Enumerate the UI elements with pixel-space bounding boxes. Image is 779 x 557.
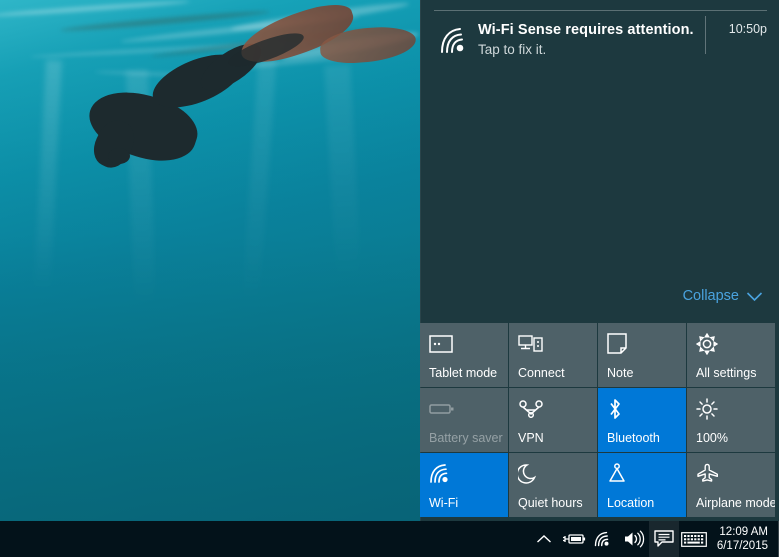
touch-keyboard-icon[interactable]: [679, 521, 709, 557]
quick-action-label: VPN: [518, 431, 544, 445]
note-icon: [607, 331, 678, 357]
quick-action-label: Note: [607, 366, 634, 380]
notification-subtitle: Tap to fix it.: [478, 42, 547, 57]
taskbar-clock[interactable]: 12:09 AM 6/17/2015: [709, 521, 778, 557]
notification-top-divider: [434, 10, 767, 11]
quick-action-battery-saver[interactable]: Battery saver: [420, 388, 508, 452]
quick-action-label: Quiet hours: [518, 496, 583, 510]
notification-title: Wi-Fi Sense requires attention.: [478, 22, 694, 38]
quick-action-brightness[interactable]: 100%: [687, 388, 775, 452]
quick-action-quiet-hours[interactable]: Quiet hours: [509, 453, 597, 517]
quick-action-wifi[interactable]: Wi-Fi: [420, 453, 508, 517]
quick-action-location[interactable]: Location: [598, 453, 686, 517]
collapse-label: Collapse: [682, 288, 739, 304]
gear-icon: [696, 331, 767, 357]
notification-separator: [705, 16, 706, 54]
moon-icon: [518, 461, 589, 487]
quick-actions-grid: Tablet mode Connect Note All settings Ba…: [420, 323, 779, 517]
windows-desktop-screen: Wi-Fi Sense requires attention. Tap to f…: [0, 0, 779, 557]
quick-action-label: Tablet mode: [429, 366, 498, 380]
notification-text: Wi-Fi Sense requires attention. Tap to f…: [478, 16, 705, 59]
quick-action-note[interactable]: Note: [598, 323, 686, 387]
system-tray: 12:09 AM 6/17/2015: [529, 521, 779, 557]
battery-charging-icon[interactable]: [559, 521, 589, 557]
notification-timestamp: 10:50p: [728, 22, 767, 36]
taskbar: 12:09 AM 6/17/2015: [0, 521, 779, 557]
quick-action-tablet-mode[interactable]: Tablet mode: [420, 323, 508, 387]
clock-date: 6/17/2015: [716, 540, 768, 552]
quick-action-all-settings[interactable]: All settings: [687, 323, 775, 387]
desktop-wallpaper[interactable]: [0, 0, 420, 521]
notification-wifi-sense[interactable]: Wi-Fi Sense requires attention. Tap to f…: [434, 16, 767, 68]
airplane-icon: [696, 461, 767, 487]
brightness-icon: [696, 396, 767, 422]
quick-action-label: 100%: [696, 431, 728, 445]
location-icon: [607, 461, 678, 487]
quick-action-label: Bluetooth: [607, 431, 660, 445]
quick-action-label: Airplane mode: [696, 496, 775, 510]
vpn-icon: [518, 396, 589, 422]
notification-time-area: 10:50p: [705, 16, 767, 54]
quick-action-label: All settings: [696, 366, 757, 380]
action-center-icon[interactable]: [648, 521, 679, 557]
quick-action-label: Location: [607, 496, 655, 510]
quick-action-label: Wi-Fi: [429, 496, 459, 510]
volume-speaker-icon[interactable]: [619, 521, 649, 557]
quick-action-vpn[interactable]: VPN: [509, 388, 597, 452]
tablet-mode-icon: [429, 331, 500, 357]
collapse-button[interactable]: Collapse: [683, 288, 763, 304]
bluetooth-icon: [607, 396, 678, 422]
wifi-icon: [429, 461, 500, 487]
network-wifi-icon[interactable]: [589, 521, 619, 557]
clock-time: 12:09 AM: [719, 526, 768, 538]
quick-action-bluetooth[interactable]: Bluetooth: [598, 388, 686, 452]
quick-action-airplane-mode[interactable]: Airplane mode: [687, 453, 775, 517]
chevron-down-icon: [746, 291, 763, 302]
battery-icon: [429, 396, 500, 422]
quick-action-label: Battery saver: [429, 431, 503, 445]
connect-icon: [518, 331, 589, 357]
quick-action-connect[interactable]: Connect: [509, 323, 597, 387]
show-hidden-icons-chevron-icon[interactable]: [529, 521, 559, 557]
quick-action-label: Connect: [518, 366, 565, 380]
wifi-sense-icon: [434, 19, 478, 63]
